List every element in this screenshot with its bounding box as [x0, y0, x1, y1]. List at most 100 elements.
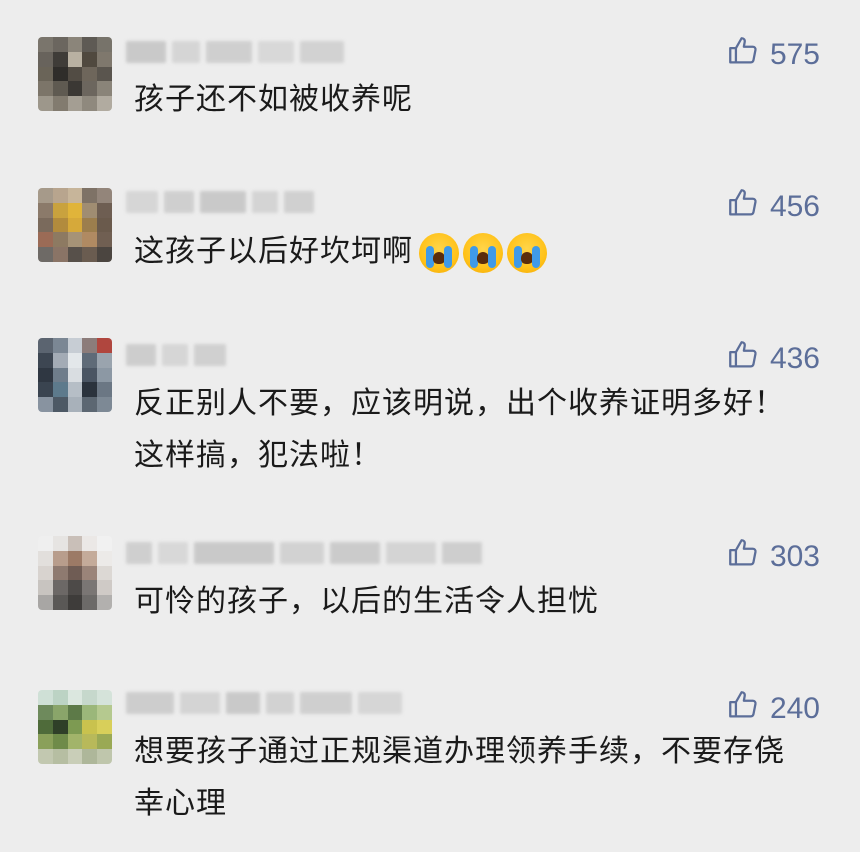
thumbs-up-icon — [726, 186, 760, 228]
username-blur-block — [194, 344, 226, 366]
avatar-pixel — [97, 232, 112, 248]
avatar-pixel — [38, 382, 53, 398]
avatar-pixel — [38, 37, 53, 52]
comment-text: 孩子还不如被收养呢 — [134, 74, 824, 126]
like-count: 436 — [769, 342, 820, 375]
username-blurred[interactable] — [126, 37, 344, 67]
avatar-pixel — [97, 595, 112, 610]
username-blurred[interactable] — [126, 538, 482, 568]
avatar-pixel — [97, 749, 112, 764]
avatar-pixel — [67, 81, 83, 97]
like-button[interactable]: 240 — [726, 688, 820, 730]
comment-text: 反正别人不要，应该明说，出个收养证明多好！这样搞，犯法啦！ — [134, 378, 804, 482]
like-button[interactable]: 303 — [726, 536, 820, 578]
avatar-pixel — [97, 66, 112, 82]
username-blur-block — [280, 542, 324, 564]
loudly-crying-face-icon — [419, 232, 459, 273]
avatar-pixel — [38, 352, 53, 368]
username-blurred[interactable] — [126, 688, 402, 718]
comment-text: 这孩子以后好坎坷啊 — [134, 226, 824, 278]
avatar-pixel — [38, 247, 53, 262]
avatar-pixel — [52, 338, 68, 353]
avatar[interactable] — [38, 338, 112, 412]
avatar[interactable] — [38, 690, 112, 764]
avatar[interactable] — [38, 188, 112, 262]
username-blur-block — [200, 191, 246, 213]
avatar-pixel — [52, 352, 68, 368]
avatar-pixel — [38, 232, 53, 248]
avatar-pixel — [52, 580, 68, 596]
avatar-pixel — [38, 565, 53, 581]
avatar[interactable] — [38, 536, 112, 610]
like-button[interactable]: 436 — [726, 338, 820, 380]
avatar-pixel — [97, 550, 112, 566]
avatar-pixel — [97, 338, 112, 353]
avatar-pixel — [97, 382, 112, 398]
username-blur-block — [164, 191, 194, 213]
avatar-pixel — [52, 536, 68, 551]
username-blur-block — [162, 344, 188, 366]
avatar-pixel — [82, 367, 98, 383]
thumbs-up-icon — [726, 338, 760, 380]
comment-text-content: 可怜的孩子，以后的生活令人担忧 — [134, 584, 599, 619]
avatar-pixel — [82, 734, 98, 750]
avatar-pixel — [82, 397, 98, 412]
loudly-crying-face-icon — [463, 232, 503, 273]
avatar-pixel — [67, 704, 83, 720]
avatar-pixel — [82, 37, 98, 52]
username-blur-block — [206, 41, 252, 63]
avatar-pixel — [82, 352, 98, 368]
avatar-pixel — [82, 550, 98, 566]
avatar-pixel — [67, 51, 83, 67]
avatar-pixel — [67, 338, 83, 353]
avatar-pixel — [52, 51, 68, 67]
avatar-pixel — [67, 382, 83, 398]
avatar-pixel — [97, 188, 112, 203]
avatar-pixel — [82, 595, 98, 610]
avatar-pixel — [67, 66, 83, 82]
username-blurred[interactable] — [126, 187, 314, 217]
avatar-pixel — [52, 397, 68, 412]
avatar-pixel — [82, 202, 98, 218]
avatar-pixel — [52, 217, 68, 233]
like-button[interactable]: 456 — [726, 186, 820, 228]
avatar-pixel — [82, 81, 98, 97]
username-blur-block — [126, 344, 156, 366]
avatar-pixel — [82, 536, 98, 551]
avatar-pixel — [38, 704, 53, 720]
loudly-crying-face-icon — [507, 232, 547, 273]
avatar-pixel — [82, 382, 98, 398]
avatar-pixel — [52, 565, 68, 581]
username-blur-block — [126, 692, 174, 714]
comment-text-content: 孩子还不如被收养呢 — [134, 82, 413, 117]
avatar-pixel — [38, 338, 53, 353]
avatar-pixel — [97, 690, 112, 705]
avatar-pixel — [52, 719, 68, 735]
avatar-pixel — [82, 719, 98, 735]
username-blur-block — [258, 41, 294, 63]
avatar-pixel — [38, 536, 53, 551]
avatar-pixel — [38, 217, 53, 233]
avatar-pixel — [52, 37, 68, 52]
avatar-pixel — [97, 397, 112, 412]
avatar[interactable] — [38, 37, 112, 111]
avatar-pixel — [38, 595, 53, 610]
username-blurred[interactable] — [126, 340, 226, 370]
comment-text-content: 反正别人不要，应该明说，出个收养证明多好！这样搞，犯法啦！ — [134, 386, 785, 473]
username-blur-block — [194, 542, 274, 564]
username-blur-block — [172, 41, 200, 63]
avatar-pixel — [52, 232, 68, 248]
avatar-pixel — [97, 719, 112, 735]
username-blur-block — [300, 692, 352, 714]
avatar-pixel — [38, 96, 53, 111]
avatar-pixel — [82, 51, 98, 67]
avatar-pixel — [67, 690, 83, 705]
avatar-pixel — [67, 719, 83, 735]
avatar-pixel — [52, 367, 68, 383]
username-blur-block — [300, 41, 344, 63]
like-button[interactable]: 575 — [726, 34, 820, 76]
comment-text: 想要孩子通过正规渠道办理领养手续，不要存侥幸心理 — [134, 726, 804, 830]
avatar-pixel — [97, 536, 112, 551]
avatar-pixel — [82, 247, 98, 262]
avatar-pixel — [97, 217, 112, 233]
